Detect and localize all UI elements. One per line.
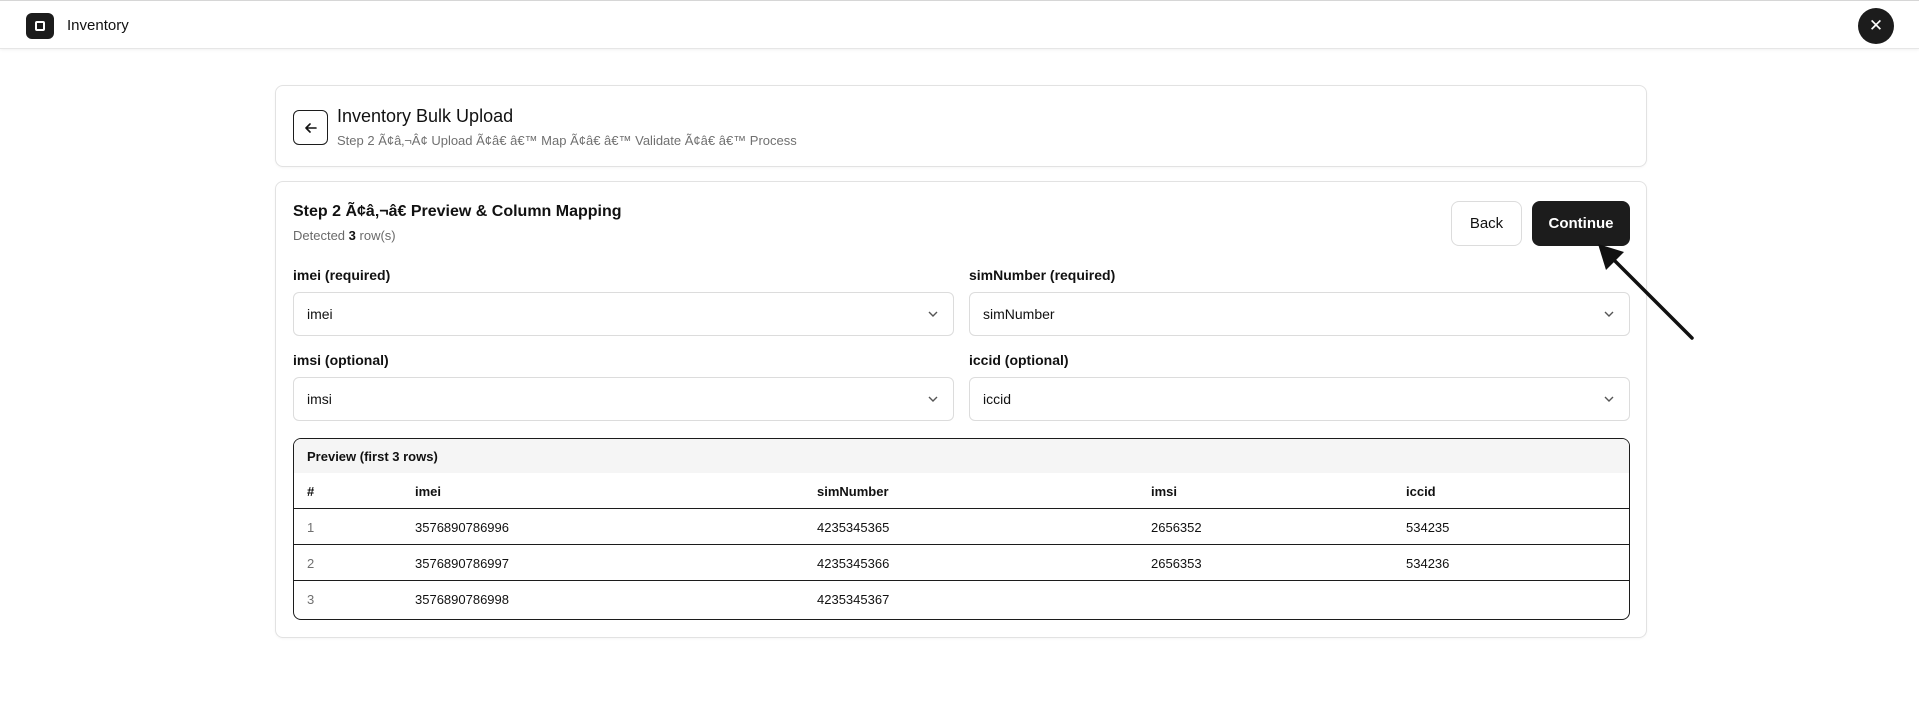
detected-count: 3 [348,228,356,243]
top-bar: Inventory ✕ [0,0,1919,49]
select-value: iccid [983,391,1012,407]
table-cell: 534236 [1406,556,1450,571]
back-arrow-button[interactable] [293,110,328,145]
column-header: # [307,484,315,499]
imei-mapping-field: imei (required) imei [293,266,954,336]
column-header: iccid [1406,484,1436,499]
table-row: 1 3576890786996 4235345365 2656352 53423… [294,509,1629,545]
detected-suffix: row(s) [359,228,396,243]
table-cell: 1 [307,520,315,535]
column-header: imsi [1151,484,1178,499]
chevron-down-icon [928,311,938,317]
iccid-mapping-field: iccid (optional) iccid [969,351,1630,421]
column-header: simNumber [817,484,889,499]
back-button[interactable]: Back [1451,201,1522,246]
imsi-column-select[interactable]: imsi [293,377,954,421]
table-cell: 3576890786998 [415,592,509,607]
simnumber-column-select[interactable]: simNumber [969,292,1630,336]
table-cell: 2 [307,556,315,571]
table-cell: 3576890786997 [415,556,509,571]
arrow-left-icon [305,123,317,133]
table-cell: 4235345366 [817,556,890,571]
table-cell: 3576890786996 [415,520,509,535]
step-breadcrumb: Step 2 Ã¢â‚¬Â¢ Upload Ã¢â€ â€™ Map Ã¢â€ … [337,133,797,148]
step-title: Step 2 Ã¢â‚¬â€ Preview & Column Mapping [293,203,622,220]
imei-column-select[interactable]: imei [293,292,954,336]
detected-rows-text: Detected 3 row(s) [293,228,396,243]
detected-prefix: Detected [293,228,346,243]
table-cell: 4235345367 [817,592,890,607]
close-button[interactable]: ✕ [1858,8,1894,44]
page-title: Inventory Bulk Upload [337,106,514,126]
select-value: imsi [307,391,332,407]
table-row: 2 3576890786997 4235345366 2656353 53423… [294,545,1629,581]
table-cell: 534235 [1406,520,1450,535]
table-cell: 3 [307,592,315,607]
chevron-down-icon [928,396,938,402]
iccid-column-select[interactable]: iccid [969,377,1630,421]
upload-header-card: Inventory Bulk Upload Step 2 Ã¢â‚¬Â¢ Upl… [275,85,1647,167]
table-row: 3 3576890786998 4235345367 [294,581,1629,617]
imsi-mapping-field: imsi (optional) imsi [293,351,954,421]
simnumber-mapping-field: simNumber (required) simNumber [969,266,1630,336]
field-label: imei (required) [293,267,391,283]
field-label: imsi (optional) [293,352,389,368]
field-label: iccid (optional) [969,352,1069,368]
table-cell: 4235345365 [817,520,890,535]
app-logo-icon [26,13,54,39]
column-header: imei [415,484,442,499]
preview-table: Preview (first 3 rows) # imei simNumber … [293,438,1630,620]
app-title: Inventory [67,17,129,34]
table-header-row: # imei simNumber imsi iccid [294,473,1629,509]
mapping-card: Step 2 Ã¢â‚¬â€ Preview & Column Mapping … [275,181,1647,638]
select-value: imei [307,306,333,322]
chevron-down-icon [1604,396,1614,402]
pointer-arrow-icon [1598,244,1694,340]
preview-title: Preview (first 3 rows) [294,439,1629,473]
close-icon: ✕ [1868,16,1884,35]
table-cell: 2656352 [1151,520,1202,535]
table-cell: 2656353 [1151,556,1202,571]
select-value: simNumber [983,306,1055,322]
field-label: simNumber (required) [969,267,1116,283]
